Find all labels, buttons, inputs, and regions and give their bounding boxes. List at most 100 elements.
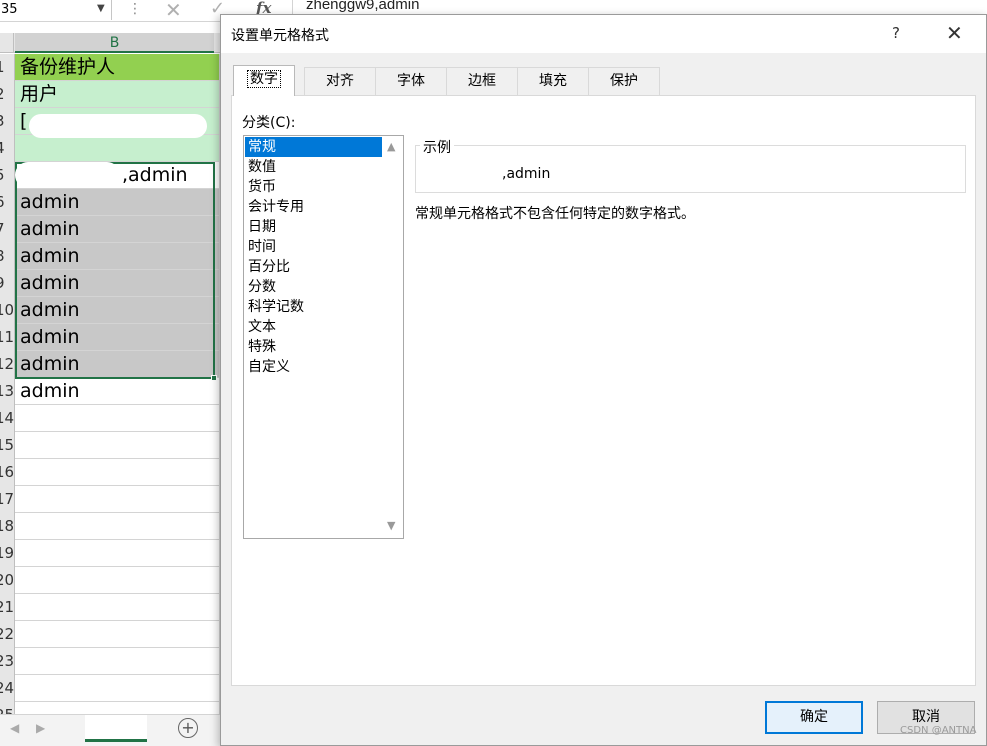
- redaction-mark: [15, 162, 120, 188]
- cell[interactable]: [15, 459, 220, 486]
- cell[interactable]: admin: [15, 216, 220, 243]
- row-header[interactable]: 14: [0, 405, 14, 432]
- row-header[interactable]: 9: [0, 270, 14, 297]
- row-header[interactable]: 8: [0, 243, 14, 270]
- add-sheet-icon[interactable]: +: [178, 718, 198, 738]
- ok-button[interactable]: 确定: [765, 701, 863, 734]
- cell[interactable]: [15, 540, 220, 567]
- row-header[interactable]: 12: [0, 351, 14, 378]
- row-header[interactable]: 5: [0, 162, 14, 189]
- cell[interactable]: admin: [15, 189, 220, 216]
- cell[interactable]: admin: [15, 297, 220, 324]
- row-header[interactable]: 3: [0, 108, 14, 135]
- row-header[interactable]: 1: [0, 54, 14, 81]
- category-item[interactable]: 日期: [245, 217, 382, 237]
- row-header[interactable]: 13: [0, 378, 14, 405]
- help-icon[interactable]: ?: [892, 24, 900, 42]
- cell-text: [: [20, 110, 28, 132]
- tab-label: 数字: [247, 70, 281, 88]
- category-item[interactable]: 常规: [245, 137, 382, 157]
- tab-3[interactable]: 边框: [446, 67, 518, 95]
- column-header-b[interactable]: B: [15, 33, 214, 53]
- cell[interactable]: 备份维护人: [15, 54, 220, 81]
- cell-text: admin: [20, 326, 80, 348]
- cell[interactable]: [15, 405, 220, 432]
- row-header[interactable]: 16: [0, 459, 14, 486]
- tab-4[interactable]: 填充: [517, 67, 589, 95]
- cell[interactable]: [15, 702, 220, 714]
- row-header[interactable]: 21: [0, 594, 14, 621]
- category-item[interactable]: 会计专用: [245, 197, 382, 217]
- row-header[interactable]: 17: [0, 486, 14, 513]
- tab-label: 保护: [610, 73, 638, 89]
- redaction-mark: [29, 114, 207, 138]
- category-label: 分类(C):: [242, 115, 296, 131]
- category-item[interactable]: 科学记数: [245, 297, 382, 317]
- row-header[interactable]: 24: [0, 675, 14, 702]
- cell[interactable]: [15, 486, 220, 513]
- row-header[interactable]: 18: [0, 513, 14, 540]
- row-header[interactable]: 11: [0, 324, 14, 351]
- cell[interactable]: 用户: [15, 81, 220, 108]
- row-header[interactable]: 15: [0, 432, 14, 459]
- row-header[interactable]: 20: [0, 567, 14, 594]
- row-header[interactable]: 2: [0, 81, 14, 108]
- category-item[interactable]: 自定义: [245, 357, 382, 377]
- cell[interactable]: [15, 513, 220, 540]
- column-header-bar: B: [0, 33, 220, 53]
- category-item[interactable]: 文本: [245, 317, 382, 337]
- row-header[interactable]: 19: [0, 540, 14, 567]
- name-box-value: 35: [1, 2, 18, 17]
- cell[interactable]: [15, 621, 220, 648]
- row-header[interactable]: 4: [0, 135, 14, 162]
- row-header[interactable]: 10: [0, 297, 14, 324]
- category-item[interactable]: 百分比: [245, 257, 382, 277]
- cell[interactable]: [15, 432, 220, 459]
- row-header[interactable]: 7: [0, 216, 14, 243]
- more-icon[interactable]: ⋮: [128, 0, 142, 18]
- tab-2[interactable]: 字体: [375, 67, 447, 95]
- category-item[interactable]: 货币: [245, 177, 382, 197]
- cell-text: admin: [20, 353, 80, 375]
- category-item[interactable]: 时间: [245, 237, 382, 257]
- next-sheet-icon[interactable]: ▶: [36, 721, 45, 735]
- name-box[interactable]: 35: [0, 0, 112, 20]
- cell[interactable]: [15, 567, 220, 594]
- row-header[interactable]: 6: [0, 189, 14, 216]
- cancel-edit-icon[interactable]: ✕: [165, 0, 182, 22]
- formula-input[interactable]: zhenggw9,admin: [306, 0, 419, 13]
- number-tab-panel: 分类(C): ▲ ▼ 常规 数值 货币 会计专用 日期 时间 百分比 分数 科学记数 文本 特殊 自定…: [231, 95, 976, 686]
- cell[interactable]: admin: [15, 243, 220, 270]
- category-list[interactable]: ▲ ▼ 常规 数值 货币 会计专用 日期 时间 百分比 分数 科学记数 文本 特殊 自定义: [243, 135, 404, 539]
- category-item[interactable]: 特殊: [245, 337, 382, 357]
- row-header[interactable]: 25: [0, 702, 14, 714]
- cell-grid[interactable]: admin admin admin admin admin admin admin admin…: [15, 54, 220, 714]
- sheet-tab[interactable]: [85, 715, 147, 742]
- cell[interactable]: [15, 648, 220, 675]
- scroll-down-icon[interactable]: ▼: [387, 519, 395, 532]
- cell[interactable]: admin: [15, 270, 220, 297]
- fill-handle[interactable]: [211, 375, 217, 381]
- row-header[interactable]: 23: [0, 648, 14, 675]
- category-item[interactable]: 分数: [245, 277, 382, 297]
- dialog-titlebar[interactable]: 设置单元格格式 ? ✕: [221, 15, 986, 53]
- scroll-up-icon[interactable]: ▲: [387, 140, 395, 153]
- row-header[interactable]: 22: [0, 621, 14, 648]
- cell-text: admin: [20, 218, 80, 240]
- tab-label: 字体: [397, 73, 425, 89]
- cell[interactable]: [15, 675, 220, 702]
- cell[interactable]: admin: [15, 324, 220, 351]
- cell[interactable]: admin: [15, 351, 220, 378]
- category-item[interactable]: 数值: [245, 157, 382, 177]
- cell[interactable]: [15, 135, 220, 162]
- tab-5[interactable]: 保护: [588, 67, 660, 95]
- select-all-corner[interactable]: [0, 33, 14, 53]
- close-icon[interactable]: ✕: [946, 21, 963, 45]
- tab-1[interactable]: 对齐: [304, 67, 376, 95]
- tab-0[interactable]: 数字: [233, 65, 295, 96]
- cell[interactable]: [15, 594, 220, 621]
- prev-sheet-icon[interactable]: ◀: [10, 721, 19, 735]
- cell[interactable]: admin: [15, 378, 220, 405]
- chevron-down-icon[interactable]: ▼: [97, 0, 105, 18]
- sheet-tab-bar: ◀ ▶ +: [0, 714, 220, 746]
